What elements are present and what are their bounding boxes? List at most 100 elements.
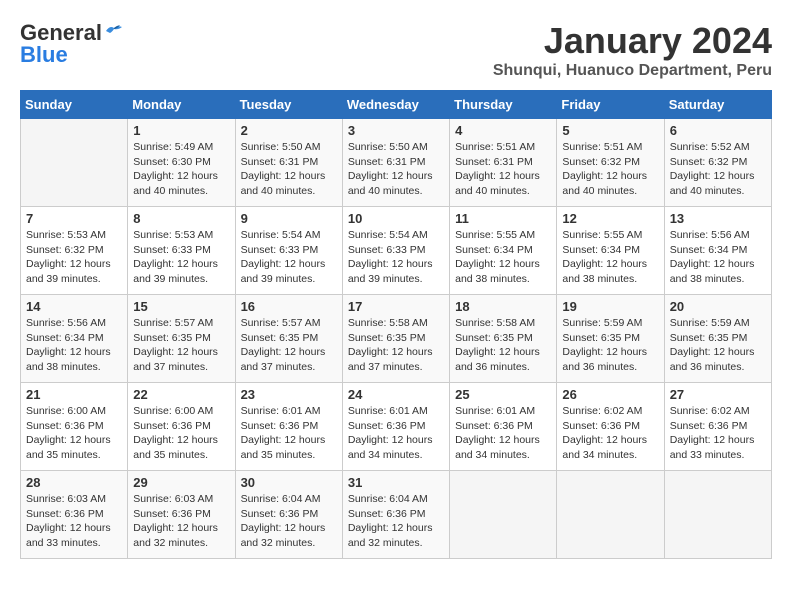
day-number: 29 [133, 475, 229, 490]
calendar-cell: 15 Sunrise: 5:57 AMSunset: 6:35 PMDayligh… [128, 295, 235, 383]
calendar-cell: 1Sunrise: 5:49 AMSunset: 6:30 PMDaylight… [128, 119, 235, 207]
day-info: Sunrise: 5:53 AMSunset: 6:32 PMDaylight:… [26, 228, 122, 287]
day-number: 22 [133, 387, 229, 402]
calendar-cell: 20 Sunrise: 5:59 AMSunset: 6:35 PMDayligh… [664, 295, 771, 383]
calendar-cell: 31 Sunrise: 6:04 AMSunset: 6:36 PMDayligh… [342, 471, 449, 559]
day-info: Sunrise: 5:58 AMSunset: 6:35 PMDaylight:… [455, 316, 551, 375]
day-number: 7 [26, 211, 122, 226]
day-number: 2 [241, 123, 337, 138]
day-number: 27 [670, 387, 766, 402]
header-monday: Monday [128, 91, 235, 119]
header-wednesday: Wednesday [342, 91, 449, 119]
day-number: 28 [26, 475, 122, 490]
calendar-cell: 17Sunrise: 5:58 AMSunset: 6:35 PMDayligh… [342, 295, 449, 383]
day-info: Sunrise: 5:59 AMSunset: 6:35 PMDaylight:… [670, 316, 766, 375]
day-number: 6 [670, 123, 766, 138]
calendar-cell: 21Sunrise: 6:00 AMSunset: 6:36 PMDayligh… [21, 383, 128, 471]
day-number: 14 [26, 299, 122, 314]
day-number: 25 [455, 387, 551, 402]
day-info: Sunrise: 6:01 AMSunset: 6:36 PMDaylight:… [455, 404, 551, 463]
day-info: Sunrise: 6:04 AMSunset: 6:36 PMDaylight:… [241, 492, 337, 551]
calendar-week-row: 21 Sunrise: 6:00 AMSunset: 6:36 PMDayligh… [21, 383, 772, 471]
calendar-header-row: Sunday Monday Tuesday Wednesday Thursday… [21, 91, 772, 119]
calendar-cell: 27Sunrise: 6:02 AMSunset: 6:36 PMDayligh… [664, 383, 771, 471]
day-number: 16 [241, 299, 337, 314]
day-info: Sunrise: 5:54 AMSunset: 6:33 PMDaylight:… [348, 228, 444, 287]
day-info: Sunrise: 5:56 AMSunset: 6:34 PMDaylight:… [26, 316, 122, 375]
calendar-cell: 24 Sunrise: 6:01 AMSunset: 6:36 PMDayligh… [342, 383, 449, 471]
day-info: Sunrise: 5:57 AMSunset: 6:35 PMDaylight:… [241, 316, 337, 375]
day-number: 26 [562, 387, 658, 402]
day-info: Sunrise: 5:52 AMSunset: 6:32 PMDaylight:… [670, 140, 766, 199]
day-number: 20 [670, 299, 766, 314]
calendar-cell: 29Sunrise: 6:03 AMSunset: 6:36 PMDayligh… [128, 471, 235, 559]
calendar-cell: 13Sunrise: 5:56 AMSunset: 6:34 PMDayligh… [664, 207, 771, 295]
header-saturday: Saturday [664, 91, 771, 119]
day-info: Sunrise: 5:51 AMSunset: 6:32 PMDaylight:… [562, 140, 658, 199]
day-info: Sunrise: 5:53 AMSunset: 6:33 PMDaylight:… [133, 228, 229, 287]
day-info: Sunrise: 6:01 AMSunset: 6:36 PMDaylight:… [348, 404, 444, 463]
logo-bird-icon [104, 23, 124, 39]
day-info: Sunrise: 5:51 AMSunset: 6:31 PMDaylight:… [455, 140, 551, 199]
calendar-cell: 3Sunrise: 5:50 AMSunset: 6:31 PMDaylight… [342, 119, 449, 207]
calendar-cell: 6 Sunrise: 5:52 AMSunset: 6:32 PMDaylight… [664, 119, 771, 207]
calendar-cell: 2 Sunrise: 5:50 AMSunset: 6:31 PMDaylight… [235, 119, 342, 207]
day-info: Sunrise: 6:04 AMSunset: 6:36 PMDaylight:… [348, 492, 444, 551]
day-info: Sunrise: 6:03 AMSunset: 6:36 PMDaylight:… [26, 492, 122, 551]
day-info: Sunrise: 5:55 AMSunset: 6:34 PMDaylight:… [455, 228, 551, 287]
title-section: January 2024 Shunqui, Huanuco Department… [493, 20, 772, 80]
calendar-subtitle: Shunqui, Huanuco Department, Peru [493, 62, 772, 80]
day-info: Sunrise: 5:57 AMSunset: 6:35 PMDaylight:… [133, 316, 229, 375]
day-number: 24 [348, 387, 444, 402]
day-info: Sunrise: 5:59 AMSunset: 6:35 PMDaylight:… [562, 316, 658, 375]
day-number: 9 [241, 211, 337, 226]
calendar-cell: 16 Sunrise: 5:57 AMSunset: 6:35 PMDayligh… [235, 295, 342, 383]
calendar-cell: 28 Sunrise: 6:03 AMSunset: 6:36 PMDayligh… [21, 471, 128, 559]
calendar-cell [664, 471, 771, 559]
logo-blue-text: Blue [20, 42, 68, 68]
calendar-cell [450, 471, 557, 559]
calendar-cell [21, 119, 128, 207]
day-number: 10 [348, 211, 444, 226]
day-info: Sunrise: 5:56 AMSunset: 6:34 PMDaylight:… [670, 228, 766, 287]
day-number: 30 [241, 475, 337, 490]
calendar-cell: 25 Sunrise: 6:01 AMSunset: 6:36 PMDayligh… [450, 383, 557, 471]
day-number: 31 [348, 475, 444, 490]
calendar-cell: 9 Sunrise: 5:54 AMSunset: 6:33 PMDaylight… [235, 207, 342, 295]
calendar-table: Sunday Monday Tuesday Wednesday Thursday… [20, 90, 772, 559]
day-number: 19 [562, 299, 658, 314]
day-number: 8 [133, 211, 229, 226]
calendar-cell: 26Sunrise: 6:02 AMSunset: 6:36 PMDayligh… [557, 383, 664, 471]
header-tuesday: Tuesday [235, 91, 342, 119]
calendar-cell: 30 Sunrise: 6:04 AMSunset: 6:36 PMDayligh… [235, 471, 342, 559]
day-info: Sunrise: 6:00 AMSunset: 6:36 PMDaylight:… [133, 404, 229, 463]
calendar-cell: 19 Sunrise: 5:59 AMSunset: 6:35 PMDayligh… [557, 295, 664, 383]
day-info: Sunrise: 5:49 AMSunset: 6:30 PMDaylight:… [133, 140, 229, 199]
day-info: Sunrise: 5:54 AMSunset: 6:33 PMDaylight:… [241, 228, 337, 287]
logo: General Blue [20, 20, 124, 68]
day-number: 15 [133, 299, 229, 314]
day-number: 3 [348, 123, 444, 138]
calendar-week-row: 1Sunrise: 5:49 AMSunset: 6:30 PMDaylight… [21, 119, 772, 207]
day-info: Sunrise: 5:58 AMSunset: 6:35 PMDaylight:… [348, 316, 444, 375]
calendar-cell: 23Sunrise: 6:01 AMSunset: 6:36 PMDayligh… [235, 383, 342, 471]
page-header: General Blue January 2024 Shunqui, Huanu… [20, 20, 772, 80]
day-number: 23 [241, 387, 337, 402]
calendar-cell: 22 Sunrise: 6:00 AMSunset: 6:36 PMDayligh… [128, 383, 235, 471]
calendar-week-row: 7 Sunrise: 5:53 AMSunset: 6:32 PMDaylight… [21, 207, 772, 295]
header-sunday: Sunday [21, 91, 128, 119]
calendar-cell: 12 Sunrise: 5:55 AMSunset: 6:34 PMDayligh… [557, 207, 664, 295]
calendar-week-row: 14 Sunrise: 5:56 AMSunset: 6:34 PMDayligh… [21, 295, 772, 383]
day-number: 12 [562, 211, 658, 226]
day-info: Sunrise: 5:55 AMSunset: 6:34 PMDaylight:… [562, 228, 658, 287]
calendar-cell: 4 Sunrise: 5:51 AMSunset: 6:31 PMDaylight… [450, 119, 557, 207]
day-number: 4 [455, 123, 551, 138]
calendar-week-row: 28 Sunrise: 6:03 AMSunset: 6:36 PMDayligh… [21, 471, 772, 559]
calendar-cell: 8 Sunrise: 5:53 AMSunset: 6:33 PMDaylight… [128, 207, 235, 295]
day-info: Sunrise: 5:50 AMSunset: 6:31 PMDaylight:… [241, 140, 337, 199]
day-number: 5 [562, 123, 658, 138]
calendar-title: January 2024 [493, 20, 772, 62]
calendar-cell: 18Sunrise: 5:58 AMSunset: 6:35 PMDayligh… [450, 295, 557, 383]
day-number: 21 [26, 387, 122, 402]
header-thursday: Thursday [450, 91, 557, 119]
